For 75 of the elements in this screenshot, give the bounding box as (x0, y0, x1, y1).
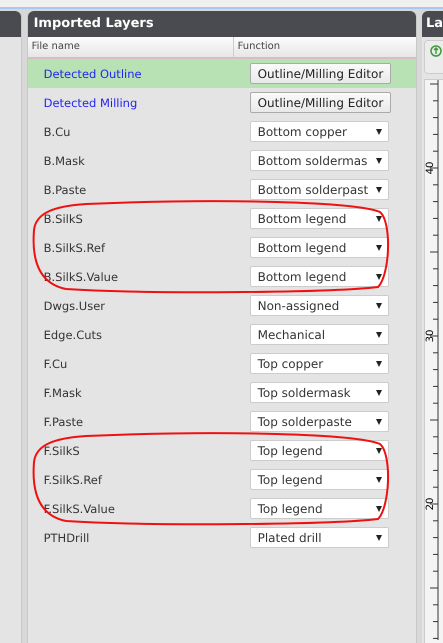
column-header[interactable]: File name (28, 37, 234, 57)
file-name: PTHDrill (42, 530, 90, 544)
table-row[interactable]: Edge.Cuts Mechanical (28, 320, 416, 349)
ruler-label: 20 (424, 498, 436, 510)
function-dropdown[interactable]: Top copper (250, 353, 389, 374)
column-header[interactable]: Function (234, 37, 280, 57)
function-dropdown[interactable]: Top legend (250, 469, 389, 490)
file-name: Detected Milling (42, 96, 138, 110)
function-dropdown[interactable]: Top soldermask (250, 382, 389, 403)
file-name: F.SilkS.Value (42, 502, 116, 516)
caret-icon (376, 128, 382, 134)
function-dropdown[interactable]: Bottom solderpast (250, 179, 389, 200)
table-row[interactable]: F.SilkS.Value Top legend (28, 494, 416, 523)
editor-button[interactable]: Outline/Milling Editor (250, 63, 392, 84)
caret-icon (376, 186, 382, 192)
caret-icon (376, 506, 382, 512)
table-row[interactable]: PTHDrill Plated drill (28, 523, 416, 552)
function-dropdown[interactable]: Bottom copper (250, 121, 389, 142)
caret-icon (376, 390, 382, 396)
ruler-label: 40 (424, 162, 436, 174)
caret-icon (376, 476, 382, 482)
file-name: F.Mask (42, 386, 83, 400)
table-row[interactable]: B.Cu Bottom copper (28, 117, 416, 146)
file-name: B.Cu (42, 124, 72, 138)
table-row[interactable]: B.Paste Bottom solderpast (28, 175, 416, 204)
table-row[interactable]: B.SilkS.Ref Bottom legend (28, 233, 416, 262)
table-row[interactable]: F.SilkS.Ref Top legend (28, 465, 416, 494)
table-row[interactable]: F.Paste Top solderpaste (28, 407, 416, 436)
file-name: F.Paste (42, 414, 84, 428)
ruler-label: 30 (424, 330, 436, 342)
panel-title: Imported Layers (28, 11, 416, 37)
function-dropdown[interactable]: Top solderpaste (250, 411, 389, 432)
caret-icon (376, 158, 382, 164)
function-dropdown[interactable]: Top legend (250, 498, 389, 519)
file-name: F.SilkS.Ref (42, 472, 104, 486)
table-row[interactable]: B.SilkS.Value Bottom legend (28, 262, 416, 291)
table-row[interactable]: B.SilkS Bottom legend (28, 204, 416, 233)
caret-icon (376, 274, 382, 280)
table-row[interactable]: Detected Milling Outline/Milling Editor (28, 88, 416, 117)
file-name: Dwgs.User (42, 298, 106, 312)
caret-icon (376, 302, 382, 308)
caret-icon (376, 216, 382, 222)
caret-icon (376, 360, 382, 366)
caret-icon (376, 332, 382, 338)
caret-icon (376, 418, 382, 424)
function-dropdown[interactable]: Plated drill (250, 527, 389, 548)
function-dropdown[interactable]: Bottom legend (250, 237, 389, 258)
table-row[interactable]: F.Mask Top soldermask (28, 378, 416, 407)
file-name: B.SilkS.Value (42, 270, 120, 284)
editor-button[interactable]: Outline/Milling Editor (250, 92, 392, 114)
table-row[interactable]: F.SilkS Top legend (28, 436, 416, 465)
table-row[interactable]: F.Cu Top copper (28, 349, 416, 378)
file-name: B.Mask (42, 154, 86, 168)
up-icon[interactable] (430, 45, 442, 57)
function-dropdown[interactable]: Bottom soldermas (250, 150, 389, 171)
file-name: B.SilkS.Ref (42, 240, 106, 254)
function-dropdown[interactable]: Mechanical (250, 324, 389, 345)
caret-icon (376, 534, 382, 540)
function-dropdown[interactable]: Bottom legend (250, 266, 389, 287)
file-name: B.SilkS (42, 212, 84, 226)
panel-header (0, 11, 21, 37)
file-name: F.Cu (42, 356, 68, 370)
function-dropdown[interactable]: Top legend (250, 440, 389, 461)
panel-title: La (422, 11, 443, 37)
file-name: F.SilkS (42, 444, 81, 458)
caret-icon (376, 448, 382, 454)
file-name: B.Paste (42, 182, 88, 196)
selected-row[interactable]: Detected Outline Outline/Milling Editor (28, 59, 416, 88)
file-name: Edge.Cuts (42, 328, 104, 342)
file-name: Detected Outline (42, 66, 143, 80)
function-dropdown[interactable]: Non-assigned (250, 295, 389, 316)
table-row[interactable]: B.Mask Bottom soldermas (28, 146, 416, 175)
caret-icon (376, 244, 382, 250)
function-dropdown[interactable]: Bottom legend (250, 208, 389, 229)
table-row[interactable]: Dwgs.User Non-assigned (28, 291, 416, 320)
